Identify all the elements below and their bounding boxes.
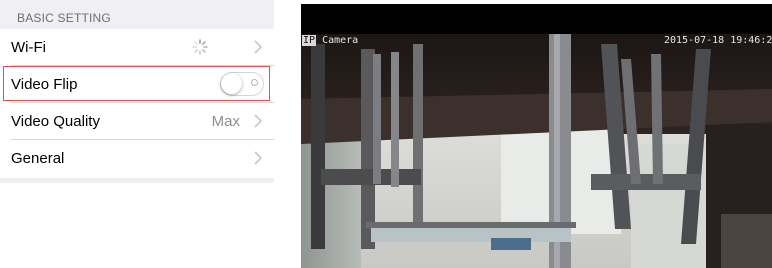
section-title: BASIC SETTING	[17, 11, 111, 25]
wifi-label: Wi-Fi	[11, 39, 46, 56]
video-flip-label: Video Flip	[11, 76, 78, 93]
settings-row-general[interactable]: General	[0, 140, 274, 177]
video-quality-label: Video Quality	[11, 113, 100, 130]
camera-view[interactable]: IP Camera 2015-07-18 19:46:2	[301, 4, 772, 268]
chevron-right-icon	[254, 40, 262, 54]
spinner-icon	[192, 39, 208, 55]
camera-timestamp: 2015-07-18 19:46:2	[664, 35, 772, 46]
section-header: BASIC SETTING	[0, 0, 274, 29]
chevron-right-icon	[254, 151, 262, 165]
screen: BASIC SETTING Wi-Fi Video Flip Video Qua…	[0, 0, 772, 268]
chevron-right-icon	[254, 114, 262, 128]
toggle-knob	[221, 73, 242, 94]
settings-row-video-quality[interactable]: Video Quality Max	[0, 103, 274, 140]
settings-row-wifi[interactable]: Wi-Fi	[0, 29, 274, 66]
settings-panel: BASIC SETTING Wi-Fi Video Flip Video Qua…	[0, 0, 274, 268]
general-label: General	[11, 150, 65, 167]
camera-label: IP Camera	[302, 35, 358, 46]
video-quality-value: Max	[211, 113, 240, 130]
camera-name: Camera	[322, 35, 359, 46]
video-flip-toggle[interactable]	[220, 72, 264, 96]
settings-row-video-flip[interactable]: Video Flip	[0, 66, 274, 103]
section-footer	[0, 178, 274, 183]
toggle-off-icon	[251, 79, 258, 86]
camera-ip-badge: IP	[302, 35, 317, 46]
